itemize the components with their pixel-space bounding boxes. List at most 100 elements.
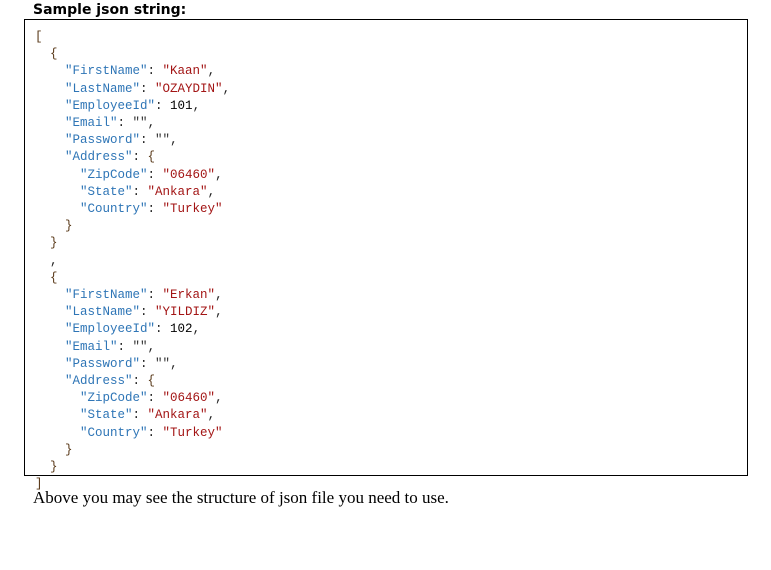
json-punctuation: :	[155, 322, 171, 337]
json-key: "ZipCode"	[80, 391, 148, 406]
json-punctuation: ,	[215, 305, 223, 320]
json-key: "ZipCode"	[80, 167, 148, 182]
json-punctuation: ,	[215, 167, 223, 182]
code-line: "Password": "",	[35, 356, 230, 373]
json-key: "Country"	[80, 425, 148, 440]
json-punctuation: :	[117, 116, 133, 131]
json-bracket: {	[50, 270, 58, 285]
code-line: "State": "Ankara",	[35, 184, 230, 201]
json-empty-string: ""	[155, 356, 171, 371]
json-punctuation: :	[147, 64, 163, 79]
json-string-value: "YILDIZ"	[155, 305, 216, 320]
json-punctuation: :	[140, 356, 156, 371]
code-line: "EmployeeId": 101,	[35, 98, 230, 115]
json-key: "FirstName"	[65, 64, 148, 79]
json-punctuation: ,	[207, 408, 216, 423]
json-empty-string: ""	[132, 339, 148, 354]
code-line: {	[35, 270, 230, 287]
json-string-value: "06460"	[162, 391, 216, 406]
json-key: "Address"	[65, 150, 133, 165]
json-bracket: }	[50, 236, 58, 251]
json-punctuation: :	[147, 167, 163, 182]
code-line: "LastName": "YILDIZ",	[35, 304, 230, 321]
code-line: {	[35, 46, 230, 63]
json-key: "Country"	[80, 202, 148, 217]
code-line: "Country": "Turkey"	[35, 201, 230, 218]
json-punctuation: :	[132, 408, 148, 423]
json-punctuation: :	[132, 374, 148, 389]
json-punctuation: ,	[192, 322, 201, 337]
code-line: "FirstName": "Kaan",	[35, 63, 230, 80]
code-line: }	[35, 218, 230, 235]
json-punctuation: ,	[207, 64, 216, 79]
code-line: }	[35, 459, 230, 476]
json-key: "LastName"	[65, 81, 141, 96]
json-bracket: }	[65, 219, 73, 234]
json-string-value: "Turkey"	[162, 202, 223, 217]
section-title: Sample json string:	[33, 2, 187, 18]
json-string-value: "Ankara"	[147, 184, 208, 199]
json-bracket: {	[50, 47, 58, 62]
json-key: "State"	[80, 408, 133, 423]
json-code-block: [ { "FirstName": "Kaan", "LastName": "OZ…	[35, 29, 230, 493]
json-punctuation: :	[140, 305, 156, 320]
json-key: "Email"	[65, 339, 118, 354]
code-line: "Email": "",	[35, 115, 230, 132]
json-string-value: "Kaan"	[162, 64, 208, 79]
json-punctuation: ,	[147, 116, 156, 131]
json-punctuation: ,	[222, 81, 231, 96]
code-line: "ZipCode": "06460",	[35, 390, 230, 407]
json-punctuation: :	[147, 425, 163, 440]
json-string-value: "Turkey"	[162, 425, 223, 440]
json-bracket: }	[65, 442, 73, 457]
json-punctuation: :	[147, 288, 163, 303]
json-bracket: {	[147, 150, 156, 165]
json-punctuation: ,	[147, 339, 156, 354]
json-bracket: {	[147, 374, 156, 389]
code-line: "State": "Ankara",	[35, 407, 230, 424]
json-empty-string: ""	[155, 133, 171, 148]
code-line: }	[35, 442, 230, 459]
json-punctuation: ,	[170, 133, 178, 148]
json-key: "Email"	[65, 116, 118, 131]
code-line: "FirstName": "Erkan",	[35, 287, 230, 304]
json-number-value: 101	[170, 98, 193, 113]
json-string-value: "Ankara"	[147, 408, 208, 423]
code-line: "Address": {	[35, 149, 230, 166]
json-bracket: }	[50, 460, 58, 475]
json-key: "Password"	[65, 133, 141, 148]
json-punctuation: :	[140, 133, 156, 148]
code-line: [	[35, 29, 230, 46]
json-punctuation: ,	[207, 184, 216, 199]
code-line: }	[35, 235, 230, 252]
json-punctuation: :	[132, 184, 148, 199]
code-line: "Password": "",	[35, 132, 230, 149]
json-punctuation: :	[132, 150, 148, 165]
json-punctuation: :	[117, 339, 133, 354]
json-string-value: "Erkan"	[162, 288, 216, 303]
json-bracket: [	[35, 30, 43, 44]
json-punctuation: ,	[170, 356, 178, 371]
json-string-value: "06460"	[162, 167, 216, 182]
json-punctuation: :	[147, 391, 163, 406]
json-punctuation: :	[140, 81, 156, 96]
code-line: "ZipCode": "06460",	[35, 167, 230, 184]
code-line: "Email": "",	[35, 339, 230, 356]
json-key: "Address"	[65, 374, 133, 389]
json-number-value: 102	[170, 322, 193, 337]
code-line: ,	[35, 253, 230, 270]
json-key: "EmployeeId"	[65, 322, 156, 337]
json-punctuation: ,	[215, 391, 223, 406]
json-string-value: "OZAYDIN"	[155, 81, 223, 96]
json-empty-string: ""	[132, 116, 148, 131]
code-line: "Country": "Turkey"	[35, 425, 230, 442]
json-punctuation: ,	[50, 253, 58, 268]
json-key: "LastName"	[65, 305, 141, 320]
code-box: [ { "FirstName": "Kaan", "LastName": "OZ…	[24, 19, 748, 491]
json-key: "State"	[80, 184, 133, 199]
json-punctuation: :	[155, 98, 171, 113]
json-key: "FirstName"	[65, 288, 148, 303]
json-punctuation: :	[147, 202, 163, 217]
description-text: Above you may see the structure of json …	[33, 488, 449, 507]
json-punctuation: ,	[192, 98, 201, 113]
